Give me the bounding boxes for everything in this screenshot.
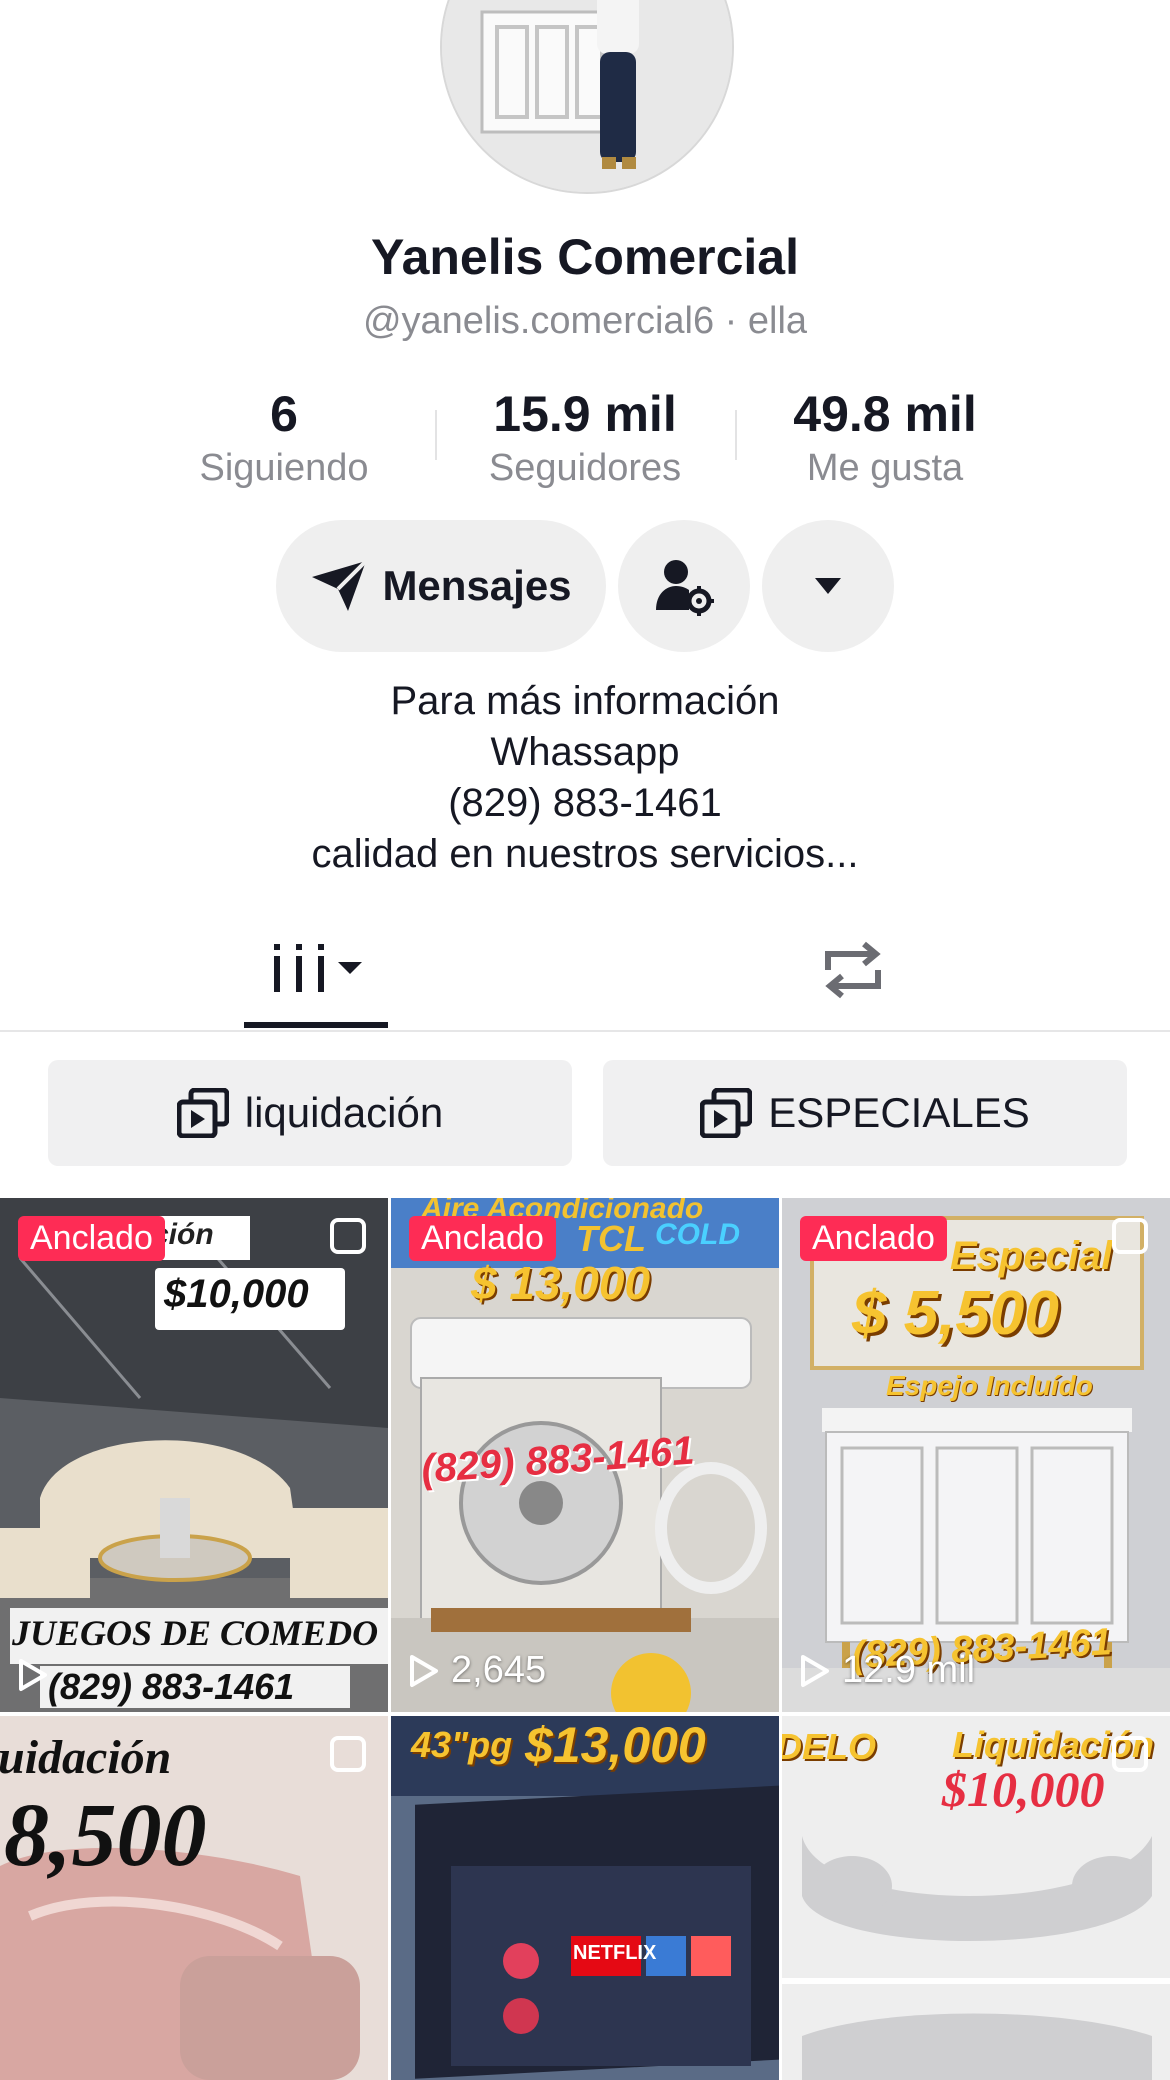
video-thumbnail[interactable]: DELO Liquidación $10,000 (782, 1716, 1170, 2080)
message-button-label: Mensajes (382, 562, 572, 609)
active-tab-indicator (244, 1022, 388, 1028)
stat-likes-value: 49.8 mil (793, 386, 977, 442)
bio-line: (829) 883-1461 (448, 781, 722, 825)
profile-name: Yanelis Comercial (370, 229, 799, 285)
bio-line: calidad en nuestros servicios... (311, 832, 859, 876)
repost-icon (825, 941, 881, 999)
overlay-text: uidación (0, 1731, 172, 1784)
play-icon (410, 1654, 438, 1687)
profile-username: @yanelis.comercial6 (362, 300, 715, 342)
view-count: 2,645 (409, 1649, 546, 1692)
overlay-phone: (829) 883-1461 (48, 1666, 295, 1707)
playlist-label: liquidación (244, 1089, 444, 1136)
more-options-button[interactable] (762, 520, 894, 652)
stat-followers-label: Seguidores (488, 447, 682, 489)
add-friend-settings-button[interactable] (618, 520, 750, 652)
stat-followers[interactable]: 15.9 mil Seguidores (435, 385, 735, 491)
bio-line: Whassapp (490, 730, 680, 774)
user-settings-icon (656, 560, 714, 616)
stat-likes-label: Me gusta (806, 447, 964, 489)
playlist-especiales[interactable]: ESPECIALES (603, 1060, 1127, 1166)
multi-video-icon (330, 1736, 366, 1772)
stat-following[interactable]: 6 Siguiendo (134, 385, 434, 491)
overlay-price: $13,000 (525, 1717, 706, 1773)
view-count-text: 12.9 mil (842, 1649, 976, 1691)
caret-down-icon (815, 578, 841, 594)
stat-likes[interactable]: 49.8 mil Me gusta (735, 385, 1035, 491)
profile-handle: @yanelis.comercial6 · ella (0, 300, 1170, 343)
playlist-icon (700, 1088, 753, 1138)
overlay-text: NETFLIX (573, 1942, 657, 1964)
overlay-text: Espejo Incluído (886, 1370, 1093, 1401)
playlist-icon (176, 1088, 229, 1138)
view-count (18, 1658, 60, 1692)
overlay-text: TCL (576, 1218, 646, 1259)
overlay-price: $ 13,000 (471, 1257, 651, 1309)
video-thumbnail[interactable]: Aire Acondicionado TCL COLD $ 13,000 (82… (391, 1198, 779, 1712)
tab-videos[interactable] (272, 942, 364, 999)
pinned-badge: Anclado (409, 1216, 556, 1261)
message-button[interactable]: Mensajes (276, 520, 606, 652)
send-icon (312, 559, 368, 611)
overlay-price: $10,000 (164, 1272, 309, 1316)
pinned-badge: Anclado (18, 1216, 165, 1261)
stat-followers-value: 15.9 mil (493, 386, 677, 442)
overlay-price: 8,500 (4, 1786, 207, 1885)
overlay-text: DELO (782, 1726, 877, 1767)
profile-avatar[interactable] (440, 0, 734, 194)
play-icon (801, 1654, 829, 1687)
video-thumbnail[interactable]: uidación 8,500 (0, 1716, 388, 2080)
stat-following-label: Siguiendo (199, 447, 369, 489)
video-thumbnail[interactable]: Especial $ 5,500 Espejo Incluído (829) 8… (782, 1198, 1170, 1712)
view-count-text: 2,645 (451, 1649, 547, 1691)
overlay-text: 43"pg (411, 1724, 513, 1765)
grid-icon (274, 944, 362, 992)
overlay-price: $10,000 (942, 1761, 1105, 1817)
multi-video-icon (1112, 1218, 1148, 1254)
overlay-price: $ 5,500 (852, 1279, 1059, 1348)
profile-tabs (0, 900, 1170, 1032)
playlist-liquidacion[interactable]: liquidación (48, 1060, 572, 1166)
video-thumbnail[interactable]: 43"pg $13,000 NETFLIX (391, 1716, 779, 2080)
multi-video-icon (1112, 1736, 1148, 1772)
multi-video-icon (330, 1218, 366, 1254)
view-count: 12.9 mil (800, 1649, 975, 1692)
profile-bio[interactable]: Para más información Whassapp (829) 883-… (0, 676, 1170, 880)
video-thumbnail[interactable]: ción $10,000 JUEGOS DE COMEDO (829) 883-… (0, 1198, 388, 1712)
overlay-text: Especial (950, 1234, 1113, 1278)
profile-pronoun: · ella (724, 300, 808, 342)
overlay-text: COLD (655, 1218, 740, 1251)
pinned-badge: Anclado (800, 1216, 947, 1261)
play-icon (19, 1659, 47, 1691)
stat-following-value: 6 (270, 386, 298, 442)
bio-line: Para más información (390, 679, 780, 723)
overlay-text: JUEGOS DE COMEDO (12, 1613, 379, 1653)
playlist-label: ESPECIALES (768, 1089, 1030, 1136)
tab-reposts[interactable] (820, 940, 886, 1005)
